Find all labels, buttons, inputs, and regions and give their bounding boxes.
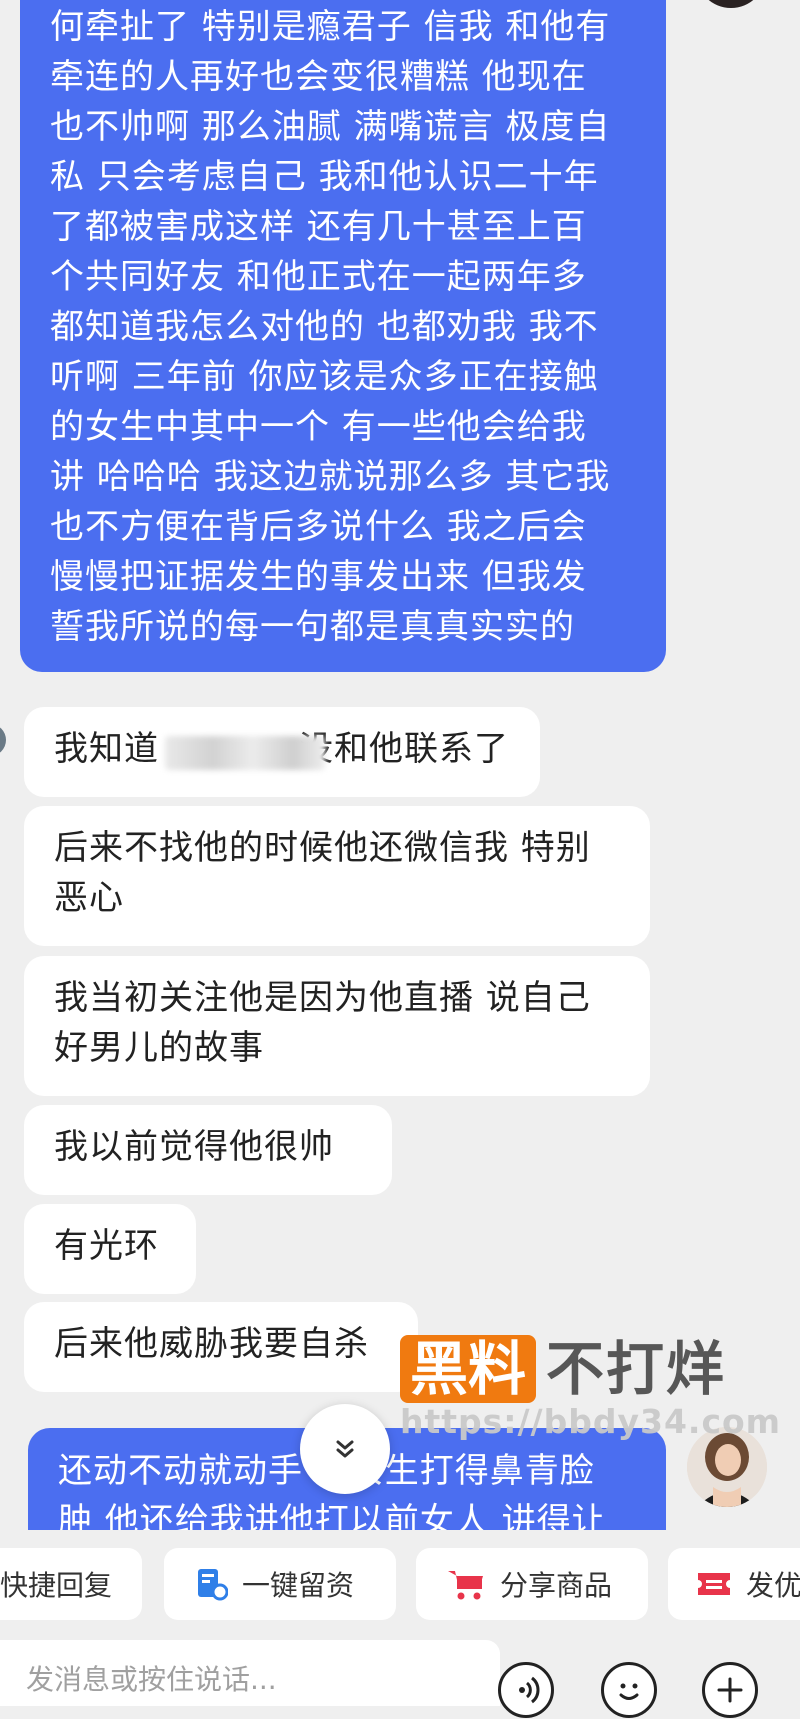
form-icon [196,1567,228,1601]
chip-label: 分享商品 [500,1569,613,1602]
quick-reply-bar: 快捷回复 一键留资 分享商品 发优 [0,1548,800,1620]
chip-label: 一键留资 [242,1569,355,1602]
incoming-message: 我当初关注他是因为他直播 说自己好男儿的故事 [24,956,650,1096]
message-line: 慢慢把证据发生的事发出来 但我发 [50,557,587,597]
avatar[interactable] [696,0,766,8]
redaction-blur [165,736,325,770]
message-line: 私 只会考虑自己 我和他认识二十年 [50,157,599,197]
message-line: 讲 哈哈哈 我这边就说那么多 其它我 [50,457,611,497]
chat-area[interactable]: 何牵扯了 特别是瘾君子 信我 和他有 牵连的人再好也会变很糟糕 他现在 也不帅啊… [0,0,800,1530]
incoming-message: 我以前觉得他很帅 [24,1105,392,1195]
message-line: 也不方便在背后多说什么 我之后会 [50,507,587,547]
message-input[interactable]: 发消息或按住说话... [0,1640,500,1706]
message-line: 都知道我怎么对他的 也都劝我 我不 [50,307,599,347]
incoming-message: 后来他威胁我要自杀 [24,1302,418,1392]
message-line: 了都被害成这样 还有几十甚至上百 [50,207,587,247]
emoji-icon [619,1683,639,1700]
double-chevron-down-icon [336,1440,354,1458]
message-input-bar: 发消息或按住说话... [0,1640,800,1718]
watermark-title: 不打烊 [546,1335,727,1403]
add-button[interactable] [702,1662,758,1718]
coupon-chip[interactable]: 发优 [668,1548,800,1620]
message-text: 我知道 [54,729,159,769]
message-line: 誓我所说的每一句都是真真实实的 [50,607,575,647]
plus-icon [717,1677,743,1703]
message-line: 听啊 三年前 你应该是众多正在接触 [50,357,599,397]
voice-button[interactable] [498,1662,554,1718]
avatar[interactable] [0,724,6,756]
message-line: 何牵扯了 特别是瘾君子 信我 和他有 [50,7,611,47]
chip-label: 快捷回复 [0,1569,113,1602]
incoming-message: 有光环 [24,1204,196,1294]
message-line: 个共同好友 和他正式在一起两年多 [50,257,587,297]
scroll-to-bottom-button[interactable] [300,1404,390,1494]
message-line: 也不帅啊 那么油腻 满嘴谎言 极度自 [50,107,611,147]
coupon-icon [696,1569,732,1599]
watermark-logo: 黑料 不打烊 [400,1335,726,1403]
voice-icon [519,1676,540,1704]
message-line: 肿 他还给我讲他打以前女人 讲得让 [58,1501,607,1530]
emoji-button[interactable] [601,1662,657,1718]
incoming-message: 后来不找他的时候他还微信我 特别恶心 [24,806,650,946]
message-line: 牵连的人再好也会变很糟糕 他现在 [50,57,587,97]
cart-icon [446,1567,486,1601]
outgoing-message: 何牵扯了 特别是瘾君子 信我 和他有 牵连的人再好也会变很糟糕 他现在 也不帅啊… [20,0,666,672]
share-product-chip[interactable]: 分享商品 [416,1548,648,1620]
chip-label: 发优 [746,1569,800,1602]
watermark-badge: 黑料 [400,1335,537,1403]
message-line: 的女生中其中一个 有一些他会给我 [50,407,587,447]
quick-reply-chip[interactable]: 快捷回复 [0,1548,142,1620]
watermark-url: https://bbdy34.com [400,1402,782,1441]
lead-capture-chip[interactable]: 一键留资 [164,1548,396,1620]
message-text: 没和他联系了 [299,729,509,769]
